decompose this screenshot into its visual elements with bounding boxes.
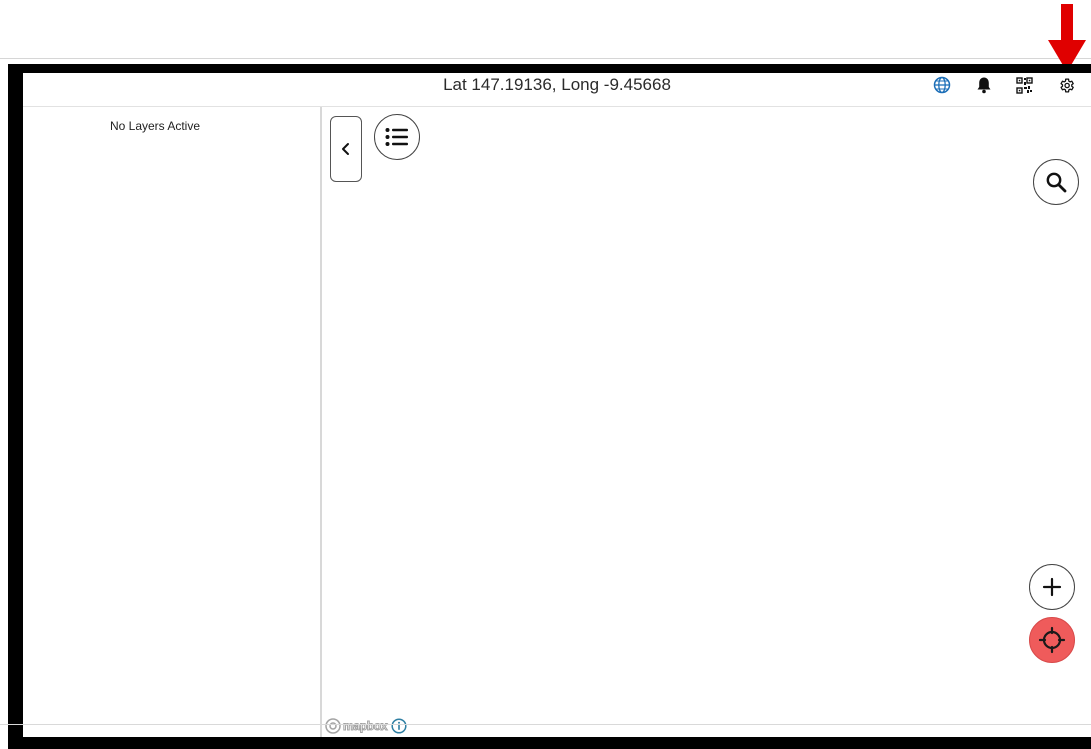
search-button[interactable]: [1033, 159, 1079, 205]
bell-icon[interactable]: [973, 74, 995, 96]
locate-me-button[interactable]: [1029, 617, 1075, 663]
list-icon: [385, 128, 408, 146]
app-screen: Lat 147.19136, Long -9.45668 No Layers A…: [23, 73, 1091, 737]
browser-bottom-divider: [0, 724, 1091, 725]
page: Lat 147.19136, Long -9.45668 No Layers A…: [0, 0, 1091, 749]
chevron-left-icon: [342, 143, 349, 155]
qr-code-icon[interactable]: [1013, 74, 1035, 96]
layer-list-button[interactable]: [374, 114, 420, 160]
no-layers-text: No Layers Active: [109, 119, 201, 133]
mapbox-wordmark: mapbox: [342, 719, 388, 734]
info-icon[interactable]: [391, 718, 407, 734]
zoom-in-button[interactable]: [1029, 564, 1075, 610]
collapse-sidebar-button[interactable]: [330, 116, 362, 182]
globe-icon[interactable]: [931, 74, 953, 96]
map-area[interactable]: mapbox: [322, 107, 1091, 737]
crosshair-icon: [1038, 626, 1066, 654]
search-icon: [1046, 172, 1067, 193]
top-bar: Lat 147.19136, Long -9.45668: [23, 73, 1091, 107]
gear-icon[interactable]: [1055, 74, 1077, 96]
map-attribution: mapbox: [325, 718, 407, 734]
browser-top-strip: [0, 0, 1091, 59]
device-frame: Lat 147.19136, Long -9.45668 No Layers A…: [8, 64, 1091, 749]
mapbox-mark-icon: [325, 718, 341, 734]
plus-icon: [1042, 577, 1062, 597]
layers-sidebar: No Layers Active: [23, 107, 322, 737]
mapbox-logo[interactable]: mapbox: [325, 718, 388, 734]
